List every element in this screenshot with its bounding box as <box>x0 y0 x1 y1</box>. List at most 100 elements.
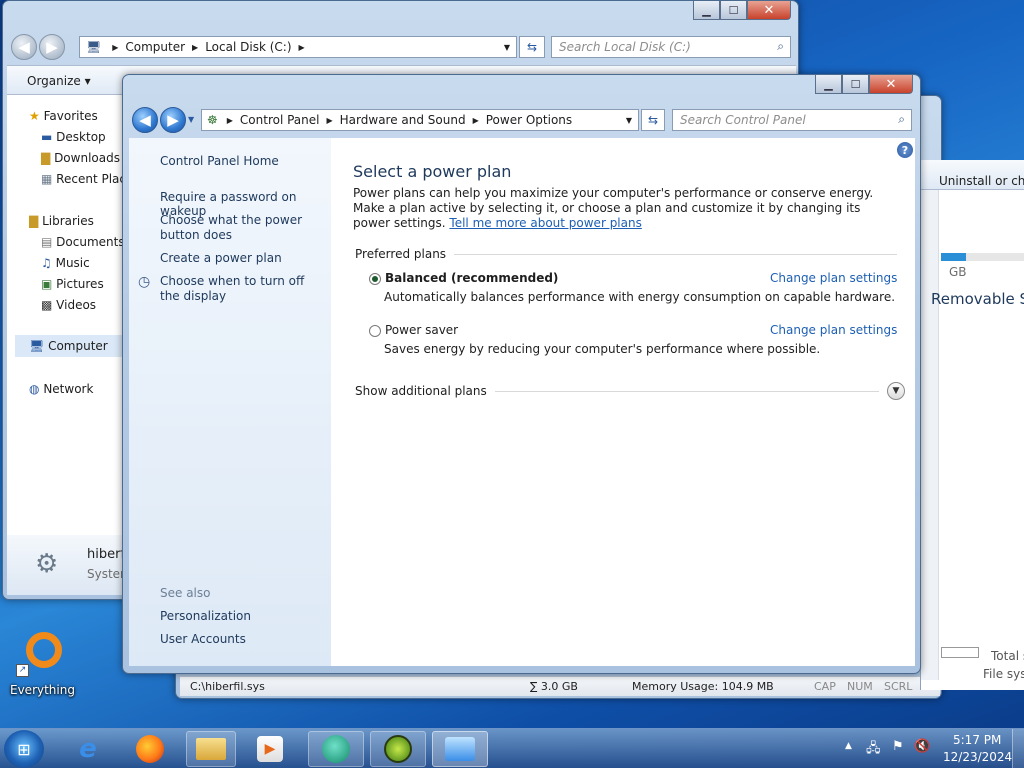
power-saver-radio[interactable] <box>369 325 381 337</box>
nav-videos[interactable]: ▩ Videos <box>41 298 96 312</box>
removable-storage-heading: Removable Storage ( <box>931 290 1024 308</box>
cp-close-button[interactable]: ✕ <box>869 75 913 94</box>
status-num: NUM <box>847 680 873 693</box>
power-saver-change-settings-link[interactable]: Change plan settings <box>770 323 897 337</box>
balanced-plan-desc: Automatically balances performance with … <box>384 290 896 304</box>
explorer-refresh-button[interactable]: ⇆ <box>519 36 545 58</box>
cp-crumb-power-options[interactable]: Power Options <box>486 113 572 127</box>
search-icon: ⌕ <box>777 39 784 53</box>
nav-desktop[interactable]: ▬ Desktop <box>41 130 106 144</box>
explorer-address-bar[interactable]: 🖥 ▶ Computer ▶ Local Disk (C:) ▶ ▼ <box>79 36 517 58</box>
recent-pages-dropdown-icon[interactable]: ▼ <box>188 115 194 124</box>
cp-address-bar[interactable]: ☸ ▶ Control Panel ▶ Hardware and Sound ▶… <box>201 109 639 131</box>
filesys-label: File syst <box>983 667 1024 681</box>
create-power-plan-link[interactable]: Create a power plan <box>160 251 330 265</box>
nav-libraries[interactable]: ▇ Libraries <box>29 214 94 228</box>
computer-icon: 🖥 <box>29 339 45 353</box>
app-taskbar-icon-2[interactable] <box>370 731 426 767</box>
search-icon: ⌕ <box>898 112 905 126</box>
organize-button[interactable]: Organize ▾ <box>27 74 91 88</box>
balanced-radio[interactable] <box>369 273 381 285</box>
network-tray-icon[interactable]: 🖧 <box>866 739 881 761</box>
power-button-link[interactable]: Choose what the power button does <box>160 213 328 243</box>
control-panel-home-link[interactable]: Control Panel Home <box>160 154 279 168</box>
documents-icon: ▤ <box>41 235 53 249</box>
cp-crumb-control-panel[interactable]: Control Panel <box>240 113 320 127</box>
control-panel-icon: ☸ <box>207 113 218 127</box>
media-player-taskbar-icon[interactable]: ▶ <box>248 731 292 767</box>
balanced-plan-name[interactable]: Balanced (recommended) <box>385 271 558 285</box>
tell-me-more-link[interactable]: Tell me more about power plans <box>449 216 641 230</box>
status-cap: CAP <box>814 680 836 693</box>
firefox-taskbar-icon[interactable] <box>128 731 172 767</box>
dropdown-arrow-icon[interactable]: ▼ <box>504 43 510 52</box>
cp-maximize-button[interactable]: ☐ <box>842 75 869 94</box>
nav-documents[interactable]: ▤ Documents <box>41 235 125 249</box>
explorer-navpane: ★ Favorites ▬ Desktop ▇ Downloads ▦ Rece… <box>7 95 140 535</box>
cp-back-button[interactable]: ◀ <box>132 107 158 133</box>
nav-favorites[interactable]: ★ Favorites <box>29 109 98 123</box>
music-icon: ♫ <box>41 256 52 270</box>
personalization-link[interactable]: Personalization <box>160 609 251 623</box>
show-hidden-icons[interactable]: ▲ <box>845 741 852 751</box>
nav-computer[interactable]: 🖥 Computer <box>15 335 127 357</box>
star-icon: ★ <box>29 109 40 123</box>
turn-off-display-link[interactable]: Choose when to turn off the display <box>160 274 325 304</box>
cp-crumb-hardware-sound[interactable]: Hardware and Sound <box>340 113 466 127</box>
explorer-taskbar-icon[interactable] <box>186 731 236 767</box>
cp-task-pane: Control Panel Home Require a password on… <box>129 138 331 666</box>
computer-icon: 🖥 <box>86 40 102 54</box>
cp-refresh-button[interactable]: ⇆ <box>641 109 665 131</box>
dropdown-arrow-icon[interactable]: ▼ <box>626 116 632 125</box>
explorer-search-input[interactable]: Search Local Disk (C:) ⌕ <box>551 36 791 58</box>
explorer2-statusbar: C:\hiberfil.sys ∑ 3.0 GB Memory Usage: 1… <box>180 676 940 696</box>
right-partial-window: Uninstall or change a program GB Removab… <box>920 160 1024 690</box>
nav-pictures[interactable]: ▣ Pictures <box>41 277 104 291</box>
explorer-crumb-localdisk[interactable]: Local Disk (C:) <box>205 40 291 54</box>
nav-downloads[interactable]: ▇ Downloads <box>41 151 120 165</box>
cp-search-input[interactable]: Search Control Panel ⌕ <box>672 109 912 131</box>
explorer-maximize-button[interactable]: ☐ <box>720 1 747 20</box>
preferred-plans-heading: Preferred plans <box>355 246 897 262</box>
uninstall-change-button[interactable]: Uninstall or change a program <box>939 174 1024 188</box>
status-path: C:\hiberfil.sys <box>190 680 265 693</box>
downloads-icon: ▇ <box>41 151 51 165</box>
chevron-down-icon[interactable]: ▼ <box>887 382 905 400</box>
nav-music[interactable]: ♫ Music <box>41 256 90 270</box>
cp-minimize-button[interactable]: ▁ <box>815 75 842 94</box>
action-center-flag-icon[interactable]: ⚑ <box>892 739 904 754</box>
help-icon[interactable]: ? <box>897 142 913 158</box>
control-panel-taskbar-icon[interactable] <box>432 731 488 767</box>
scrollbar[interactable] <box>921 190 939 680</box>
explorer-minimize-button[interactable]: ▁ <box>693 1 720 20</box>
control-panel-window: ▁ ☐ ✕ ◀ ▶ ▼ ☸ ▶ Control Panel ▶ Hardware… <box>122 74 921 674</box>
volume-muted-icon[interactable]: 🔇 <box>914 739 930 754</box>
user-accounts-link[interactable]: User Accounts <box>160 632 246 646</box>
start-button[interactable]: ⊞ <box>4 730 44 768</box>
explorer-forward-button[interactable]: ▶ <box>39 34 65 60</box>
app-taskbar-icon-1[interactable] <box>308 731 364 767</box>
explorer-close-button[interactable]: ✕ <box>747 1 791 20</box>
pictures-icon: ▣ <box>41 277 53 291</box>
show-desktop-button[interactable] <box>1012 729 1024 768</box>
explorer-crumb-computer[interactable]: Computer <box>125 40 185 54</box>
explorer-back-button[interactable]: ◀ <box>11 34 37 60</box>
explorer-details-pane: ⚙ hiberfil.sys System file <box>7 535 158 595</box>
show-additional-plans[interactable]: Show additional plans ▼ <box>355 382 905 400</box>
clock-date[interactable]: 12/23/2024 <box>943 750 1012 764</box>
total-label: Total s <box>991 649 1024 663</box>
gb-label: GB <box>949 265 967 279</box>
file-gear-icon: ⚙ <box>35 549 59 579</box>
videos-icon: ▩ <box>41 298 53 312</box>
page-title: Select a power plan <box>353 162 512 181</box>
everything-desktop-icon[interactable]: ↗ Everything <box>4 630 76 700</box>
power-saver-plan-desc: Saves energy by reducing your computer's… <box>384 342 821 356</box>
nav-network[interactable]: ◍ Network <box>29 382 93 396</box>
ie-taskbar-icon[interactable]: e <box>66 731 110 767</box>
balanced-change-settings-link[interactable]: Change plan settings <box>770 271 897 285</box>
clock-time[interactable]: 5:17 PM <box>953 733 1001 747</box>
recent-places-icon: ▦ <box>41 172 53 186</box>
cp-forward-button[interactable]: ▶ <box>160 107 186 133</box>
power-saver-plan-name[interactable]: Power saver <box>385 323 458 337</box>
cp-main-content: ? Select a power plan Power plans can he… <box>331 138 915 666</box>
